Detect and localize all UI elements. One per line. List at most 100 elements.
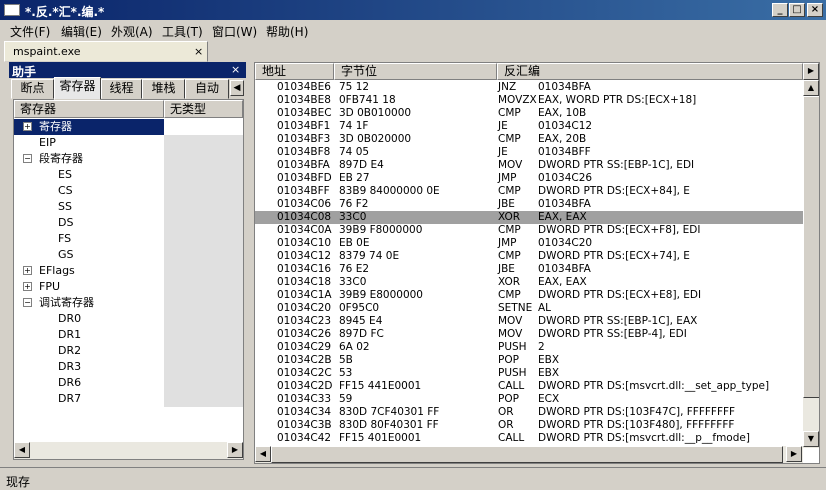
disassembly-row[interactable]: 01034BE8 0FB741 18 MOVZX EAX, WORD PTR DS:[…	[255, 94, 803, 107]
disassembly-row[interactable]: 01034BF1 74 1F JE 01034C12	[255, 120, 803, 133]
register-label: FPU	[39, 280, 61, 293]
column-header-bytes[interactable]: 字节位	[334, 63, 497, 80]
disassembly-row[interactable]: 01034BF8 74 05 JE 01034BFF	[255, 146, 803, 159]
disassembly-row[interactable]: 01034C23 8945 E4 MOV DWORD PTR SS:[EBP-1C],…	[255, 315, 803, 328]
register-tree-row[interactable]: EIP	[14, 135, 243, 151]
column-header-address[interactable]: 地址	[255, 63, 334, 80]
scroll-left-icon[interactable]: ◀	[255, 446, 271, 462]
register-tree-row[interactable]: FS	[14, 231, 243, 247]
disassembly-row[interactable]: 01034BFF 83B9 84000000 0E CMP DWORD PTR DS:…	[255, 185, 803, 198]
disassembly-row[interactable]: 01034BFD EB 27 JMP 01034C26	[255, 172, 803, 185]
expand-icon[interactable]: +	[23, 122, 32, 131]
minimize-button[interactable]: _	[772, 3, 788, 17]
disassembly-row[interactable]: 01034BFA 897D E4 MOV DWORD PTR SS:[EBP-1C],…	[255, 159, 803, 172]
collapse-icon[interactable]: −	[23, 298, 32, 307]
operands-cell: EAX, 20B	[538, 133, 587, 145]
disassembly-hscrollbar[interactable]: ◀ ▶	[255, 446, 803, 463]
disassembly-row[interactable]: 01034C06 76 F2 JBE 01034BFA	[255, 198, 803, 211]
column-header-register[interactable]: 寄存器	[14, 100, 164, 118]
register-tree-row[interactable]: DR3	[14, 359, 243, 375]
register-tree-row[interactable]: DR2	[14, 343, 243, 359]
disassembly-row[interactable]: 01034C20 0F95C0 SETNE AL	[255, 302, 803, 315]
disassembly-row[interactable]: 01034BEC 3D 0B010000 CMP EAX, 10B	[255, 107, 803, 120]
scroll-right-icon[interactable]: ▶	[786, 446, 802, 462]
register-tree-row[interactable]: DR1	[14, 327, 243, 343]
register-tree-row[interactable]: − 调试寄存器	[14, 295, 243, 311]
register-tree-row[interactable]: GS	[14, 247, 243, 263]
expand-icon[interactable]: +	[23, 282, 32, 291]
register-tree-row[interactable]: + 寄存器	[14, 119, 243, 135]
header-scroll-icon[interactable]: ▶	[803, 63, 819, 80]
assistant-close-icon[interactable]: ×	[231, 63, 240, 76]
operands-cell: 01034C20	[538, 237, 593, 249]
maximize-button[interactable]: □	[789, 3, 805, 17]
hscroll-thumb[interactable]	[271, 446, 783, 463]
column-header-untyped[interactable]: 无类型	[164, 100, 243, 118]
register-tree-row[interactable]: − 段寄存器	[14, 151, 243, 167]
mnemonic-cell: JMP	[498, 172, 517, 184]
disassembly-row[interactable]: 01034C1A 39B9 E8000000 CMP DWORD PTR DS:[EC…	[255, 289, 803, 302]
operands-cell: 01034C26	[538, 172, 593, 184]
tab-auto[interactable]: 自动	[185, 79, 229, 99]
disassembly-row[interactable]: 01034C10 EB 0E JMP 01034C20	[255, 237, 803, 250]
register-tree-row[interactable]: ES	[14, 167, 243, 183]
disassembly-row[interactable]: 01034C33 59 POP ECX	[255, 393, 803, 406]
disassembly-row[interactable]: 01034C3B 830D 80F40301 FF OR DWORD PTR DS:[…	[255, 419, 803, 432]
scroll-left-icon[interactable]: ◀	[14, 442, 30, 458]
document-tab-close-icon[interactable]: ×	[194, 45, 203, 58]
register-value-cell	[164, 151, 243, 167]
menu-window[interactable]: 窗口(W)	[212, 23, 257, 40]
tab-scroll-left-icon[interactable]: ◀	[230, 80, 244, 96]
register-tree-row[interactable]: DR7	[14, 391, 243, 407]
menu-help[interactable]: 帮助(H)	[266, 23, 308, 40]
register-tree-row[interactable]: CS	[14, 183, 243, 199]
collapse-icon[interactable]: −	[23, 154, 32, 163]
disassembly-row[interactable]: 01034C0A 39B9 F8000000 CMP DWORD PTR DS:[EC…	[255, 224, 803, 237]
tab-stack[interactable]: 堆栈	[142, 79, 185, 99]
tab-threads[interactable]: 线程	[101, 79, 142, 99]
register-tree-row[interactable]: DR6	[14, 375, 243, 391]
mnemonic-cell: CALL	[498, 432, 525, 444]
disassembly-row[interactable]: 01034BE6 75 12 JNZ 01034BFA	[255, 81, 803, 94]
column-header-disassembly[interactable]: 反汇编	[497, 63, 803, 80]
menu-tools[interactable]: 工具(T)	[162, 23, 203, 40]
address-cell: 01034C33	[277, 393, 332, 405]
register-tree-row[interactable]: + EFlags	[14, 263, 243, 279]
bytes-cell: 74 1F	[339, 120, 369, 132]
close-button[interactable]: ×	[807, 3, 823, 17]
expand-icon[interactable]: +	[23, 266, 32, 275]
register-tree-row[interactable]: DR0	[14, 311, 243, 327]
scroll-down-icon[interactable]: ▼	[803, 431, 819, 447]
disassembly-row[interactable]: 01034C2D FF15 441E0001 CALL DWORD PTR DS:[m…	[255, 380, 803, 393]
disassembly-row[interactable]: 01034C18 33C0 XOR EAX, EAX	[255, 276, 803, 289]
disassembly-row[interactable]: 01034C12 8379 74 0E CMP DWORD PTR DS:[ECX+7…	[255, 250, 803, 263]
disassembly-row[interactable]: 01034C34 830D 7CF40301 FF OR DWORD PTR DS:[…	[255, 406, 803, 419]
mnemonic-cell: CMP	[498, 289, 521, 301]
panel-splitter[interactable]	[248, 62, 252, 464]
tab-breakpoints[interactable]: 断点	[11, 79, 54, 99]
disassembly-row[interactable]: 01034C08 33C0 XOR EAX, EAX	[255, 211, 803, 224]
register-tree-row[interactable]: + FPU	[14, 279, 243, 295]
disassembly-vscrollbar[interactable]: ▲ ▼	[803, 80, 819, 448]
menu-edit[interactable]: 编辑(E)	[61, 23, 102, 40]
register-tree-row[interactable]: SS	[14, 199, 243, 215]
register-tree-hscrollbar[interactable]: ◀ ▶	[14, 442, 243, 459]
tab-registers[interactable]: 寄存器	[54, 77, 101, 100]
register-tree-row[interactable]: DS	[14, 215, 243, 231]
scroll-right-icon[interactable]: ▶	[227, 442, 243, 458]
disassembly-row[interactable]: 01034C26 897D FC MOV DWORD PTR SS:[EBP-4], …	[255, 328, 803, 341]
document-tab[interactable]: mspaint.exe ×	[4, 41, 208, 62]
menu-file[interactable]: 文件(F)	[10, 23, 50, 40]
scroll-up-icon[interactable]: ▲	[803, 80, 819, 96]
operands-cell: DWORD PTR SS:[EBP-1C], EAX	[538, 315, 698, 327]
disassembly-row[interactable]: 01034C2B 5B POP EBX	[255, 354, 803, 367]
menu-appearance[interactable]: 外观(A)	[111, 23, 153, 40]
disassembly-row[interactable]: 01034C29 6A 02 PUSH 2	[255, 341, 803, 354]
disassembly-row[interactable]: 01034BF3 3D 0B020000 CMP EAX, 20B	[255, 133, 803, 146]
address-cell: 01034BF8	[277, 146, 331, 158]
disassembly-row[interactable]: 01034C16 76 E2 JBE 01034BFA	[255, 263, 803, 276]
register-label: 寄存器	[39, 120, 72, 133]
vscroll-thumb[interactable]	[803, 96, 819, 398]
disassembly-row[interactable]: 01034C2C 53 PUSH EBX	[255, 367, 803, 380]
disassembly-row[interactable]: 01034C42 FF15 401E0001 CALL DWORD PTR DS:[m…	[255, 432, 803, 445]
